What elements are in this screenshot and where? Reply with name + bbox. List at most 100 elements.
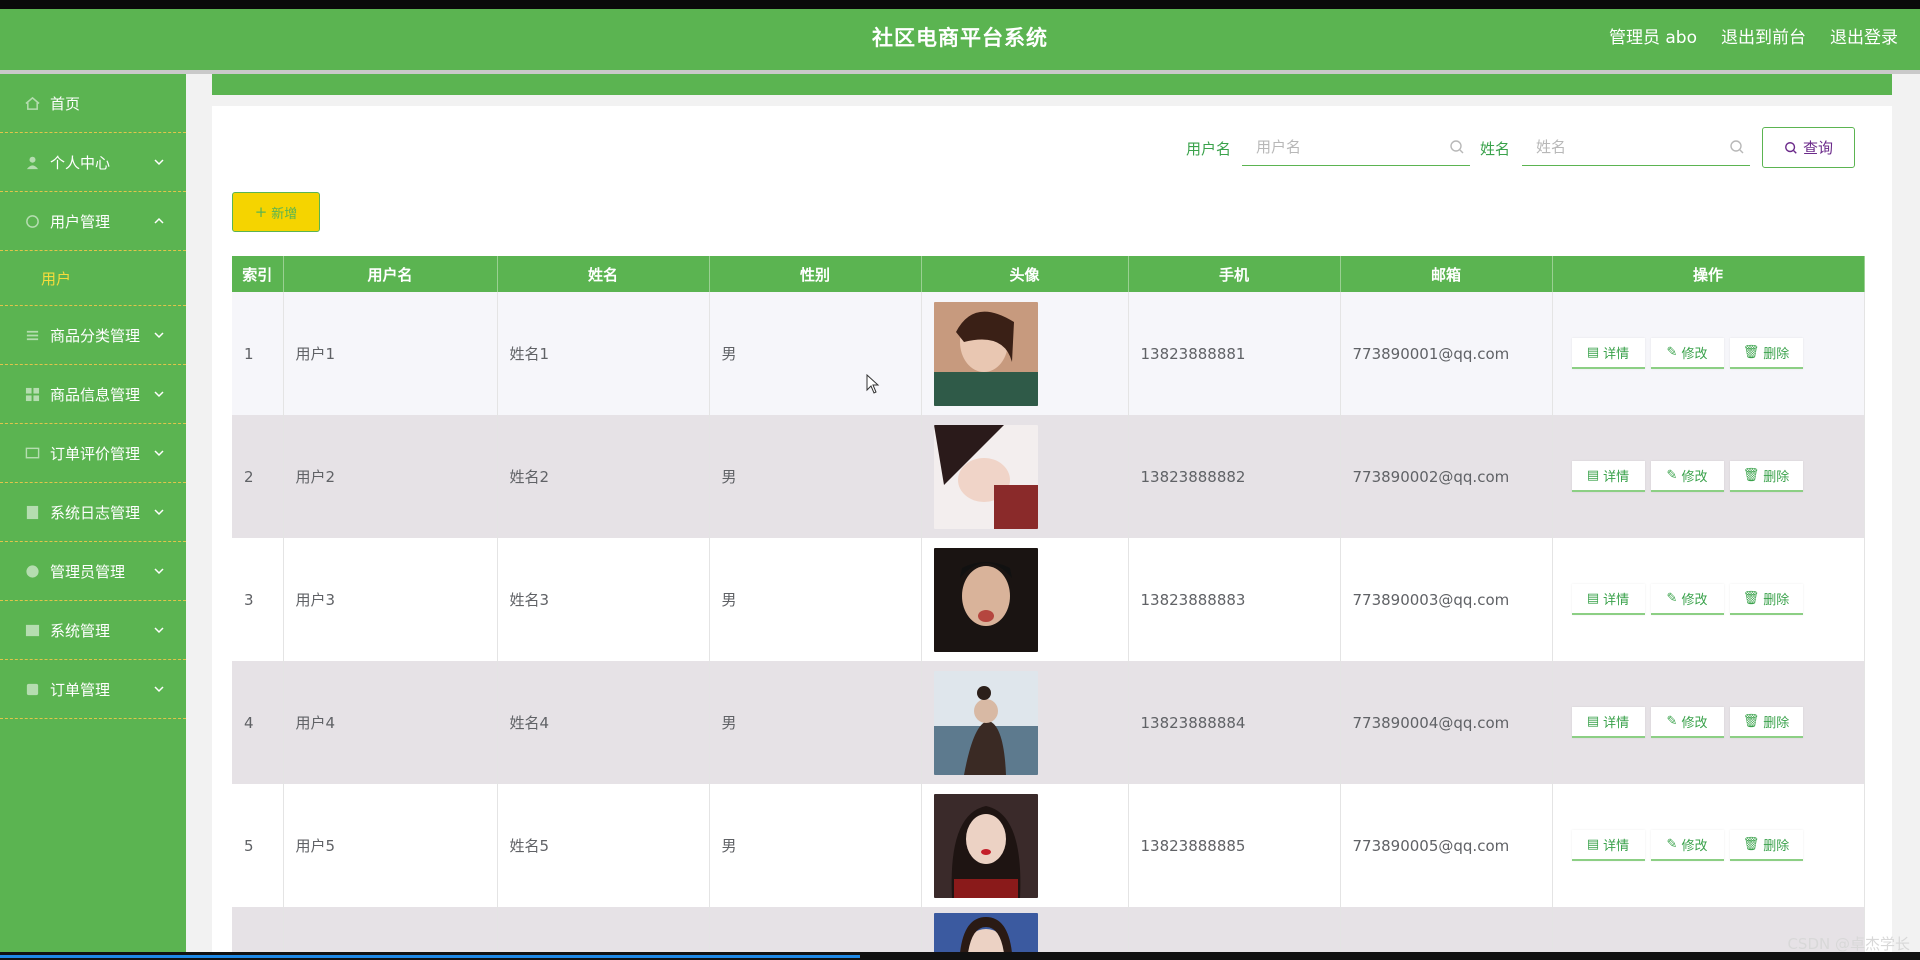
cell-phone: 13823888884 bbox=[1128, 661, 1341, 784]
trash-icon: 🗑 bbox=[1742, 837, 1760, 852]
delete-label: 删除 bbox=[1763, 347, 1790, 362]
sidebar-item-products[interactable]: 商品信息管理 bbox=[0, 365, 186, 424]
cell-name: 姓名4 bbox=[497, 661, 710, 784]
chevron-down-icon bbox=[154, 332, 164, 339]
sidebar-item-home[interactable]: 首页 bbox=[0, 74, 186, 133]
users-table: 索引 用户名 姓名 性别 头像 手机 邮箱 操作 1 用户1 姓名1 男 138… bbox=[232, 256, 1865, 952]
horizontal-scrollbar[interactable] bbox=[0, 952, 1920, 960]
cell-actions: ▤ 详情 ✎ 修改 🗑 删除 bbox=[1552, 661, 1865, 784]
sidebar-item-users[interactable]: 用户管理 bbox=[0, 192, 186, 251]
cell-email: 773890001@qq.com bbox=[1340, 292, 1553, 415]
table-row: 4 用户4 姓名4 男 13823888884 773890004@qq.com… bbox=[232, 661, 1865, 784]
sidebar-item-admins[interactable]: 管理员管理 bbox=[0, 542, 186, 601]
column-header: 用户名 bbox=[283, 256, 498, 292]
sidebar-item-label: 首页 bbox=[50, 94, 81, 113]
sidebar: 首页 个人中心 用户管理 用户 商品分类管理 商品信息管理 订单评价管理 系统日… bbox=[0, 74, 186, 952]
delete-label: 删除 bbox=[1763, 716, 1790, 731]
cell-actions: ▤ 详情 ✎ 修改 🗑 删除 bbox=[1552, 784, 1865, 907]
detail-label: 详情 bbox=[1603, 839, 1630, 854]
sidebar-item-label: 系统日志管理 bbox=[50, 503, 141, 522]
search-icon bbox=[1450, 140, 1464, 154]
pencil-icon: ✎ bbox=[1666, 591, 1678, 606]
pencil-icon: ✎ bbox=[1666, 345, 1678, 360]
delete-button[interactable]: 🗑 删除 bbox=[1729, 707, 1803, 738]
sidebar-subitem-users[interactable]: 用户 bbox=[0, 251, 186, 306]
cell-email: 773890002@qq.com bbox=[1340, 415, 1553, 538]
edit-button[interactable]: ✎ 修改 bbox=[1650, 338, 1724, 369]
table-row: 3 用户3 姓名3 男 13823888883 773890003@qq.com… bbox=[232, 538, 1865, 661]
detail-button[interactable]: ▤ 详情 bbox=[1571, 338, 1645, 369]
edit-label: 修改 bbox=[1681, 839, 1708, 854]
detail-label: 详情 bbox=[1603, 716, 1630, 731]
search-icon bbox=[1785, 141, 1797, 154]
content-panel: 用户名 姓名 查询 + 新增 索引 用户名 姓名 性别 bbox=[212, 106, 1892, 952]
scrollbar-thumb[interactable] bbox=[0, 955, 860, 958]
cell-index: 4 bbox=[232, 661, 284, 784]
name-search-input[interactable] bbox=[1522, 128, 1750, 166]
avatar bbox=[933, 913, 1038, 952]
query-button[interactable]: 查询 bbox=[1762, 127, 1855, 168]
settings-icon bbox=[24, 622, 41, 639]
logout-link[interactable]: 退出登录 bbox=[1830, 9, 1898, 67]
sidebar-item-label: 订单评价管理 bbox=[50, 444, 141, 463]
front-link[interactable]: 退出到前台 bbox=[1721, 9, 1806, 67]
sidebar-item-reviews[interactable]: 订单评价管理 bbox=[0, 424, 186, 483]
chevron-down-icon bbox=[154, 159, 164, 166]
username-label: 用户名 bbox=[1186, 140, 1232, 158]
delete-button[interactable]: 🗑 删除 bbox=[1729, 584, 1803, 615]
table-row: 5 用户5 姓名5 男 13823888885 773890005@qq.com… bbox=[232, 784, 1865, 907]
chevron-up-icon bbox=[154, 217, 164, 224]
chevron-down-icon bbox=[154, 509, 164, 516]
chevron-down-icon bbox=[154, 686, 164, 693]
sidebar-item-label: 订单管理 bbox=[50, 680, 111, 699]
cell-actions: ▤ 详情 ✎ 修改 🗑 删除 bbox=[1552, 415, 1865, 538]
avatar bbox=[933, 301, 1038, 406]
delete-button[interactable]: 🗑 删除 bbox=[1729, 830, 1803, 861]
delete-button[interactable]: 🗑 删除 bbox=[1729, 338, 1803, 369]
comment-icon bbox=[24, 445, 41, 462]
edit-button[interactable]: ✎ 修改 bbox=[1650, 461, 1724, 492]
cell-gender: 男 bbox=[709, 661, 922, 784]
detail-button[interactable]: ▤ 详情 bbox=[1571, 461, 1645, 492]
sidebar-item-label: 用户管理 bbox=[50, 212, 111, 231]
trash-icon: 🗑 bbox=[1742, 591, 1760, 606]
sidebar-item-orders[interactable]: 订单管理 bbox=[0, 660, 186, 719]
window-top-bar bbox=[0, 0, 1920, 9]
edit-label: 修改 bbox=[1681, 470, 1708, 485]
edit-button[interactable]: ✎ 修改 bbox=[1650, 707, 1724, 738]
cell-avatar bbox=[921, 292, 1129, 415]
cell-phone: 13823888882 bbox=[1128, 415, 1341, 538]
edit-button[interactable]: ✎ 修改 bbox=[1650, 830, 1724, 861]
avatar bbox=[933, 424, 1038, 529]
plus-icon: + bbox=[254, 203, 268, 221]
sidebar-item-label: 个人中心 bbox=[50, 153, 111, 172]
add-button[interactable]: + 新增 bbox=[232, 192, 320, 232]
app-header: 社区电商平台系统 管理员 abo 退出到前台 退出登录 bbox=[0, 9, 1920, 70]
cell-actions: ▤ 详情 ✎ 修改 🗑 删除 bbox=[1552, 292, 1865, 415]
sidebar-item-profile[interactable]: 个人中心 bbox=[0, 133, 186, 192]
table-row: 1 用户1 姓名1 男 13823888881 773890001@qq.com… bbox=[232, 292, 1865, 415]
cell-username: 用户3 bbox=[283, 538, 498, 661]
cell-name: 姓名2 bbox=[497, 415, 710, 538]
delete-button[interactable]: 🗑 删除 bbox=[1729, 461, 1803, 492]
cell-index: 5 bbox=[232, 784, 284, 907]
column-header: 姓名 bbox=[497, 256, 710, 292]
mouse-cursor-icon bbox=[866, 374, 880, 394]
detail-button[interactable]: ▤ 详情 bbox=[1571, 830, 1645, 861]
cell-username: 用户5 bbox=[283, 784, 498, 907]
detail-button[interactable]: ▤ 详情 bbox=[1571, 707, 1645, 738]
admin-icon bbox=[24, 563, 41, 580]
user-icon bbox=[24, 154, 41, 171]
order-icon bbox=[24, 681, 41, 698]
cell-avatar bbox=[921, 538, 1129, 661]
edit-button[interactable]: ✎ 修改 bbox=[1650, 584, 1724, 615]
username-search-input[interactable] bbox=[1242, 128, 1470, 166]
document-icon: ▤ bbox=[1586, 468, 1600, 483]
table-header-row: 索引 用户名 姓名 性别 头像 手机 邮箱 操作 bbox=[232, 256, 1865, 292]
sidebar-item-category[interactable]: 商品分类管理 bbox=[0, 306, 186, 365]
cell-phone: 13823888885 bbox=[1128, 784, 1341, 907]
sidebar-item-system[interactable]: 系统管理 bbox=[0, 601, 186, 660]
detail-button[interactable]: ▤ 详情 bbox=[1571, 584, 1645, 615]
cell-username: 用户2 bbox=[283, 415, 498, 538]
sidebar-item-logs[interactable]: 系统日志管理 bbox=[0, 483, 186, 542]
